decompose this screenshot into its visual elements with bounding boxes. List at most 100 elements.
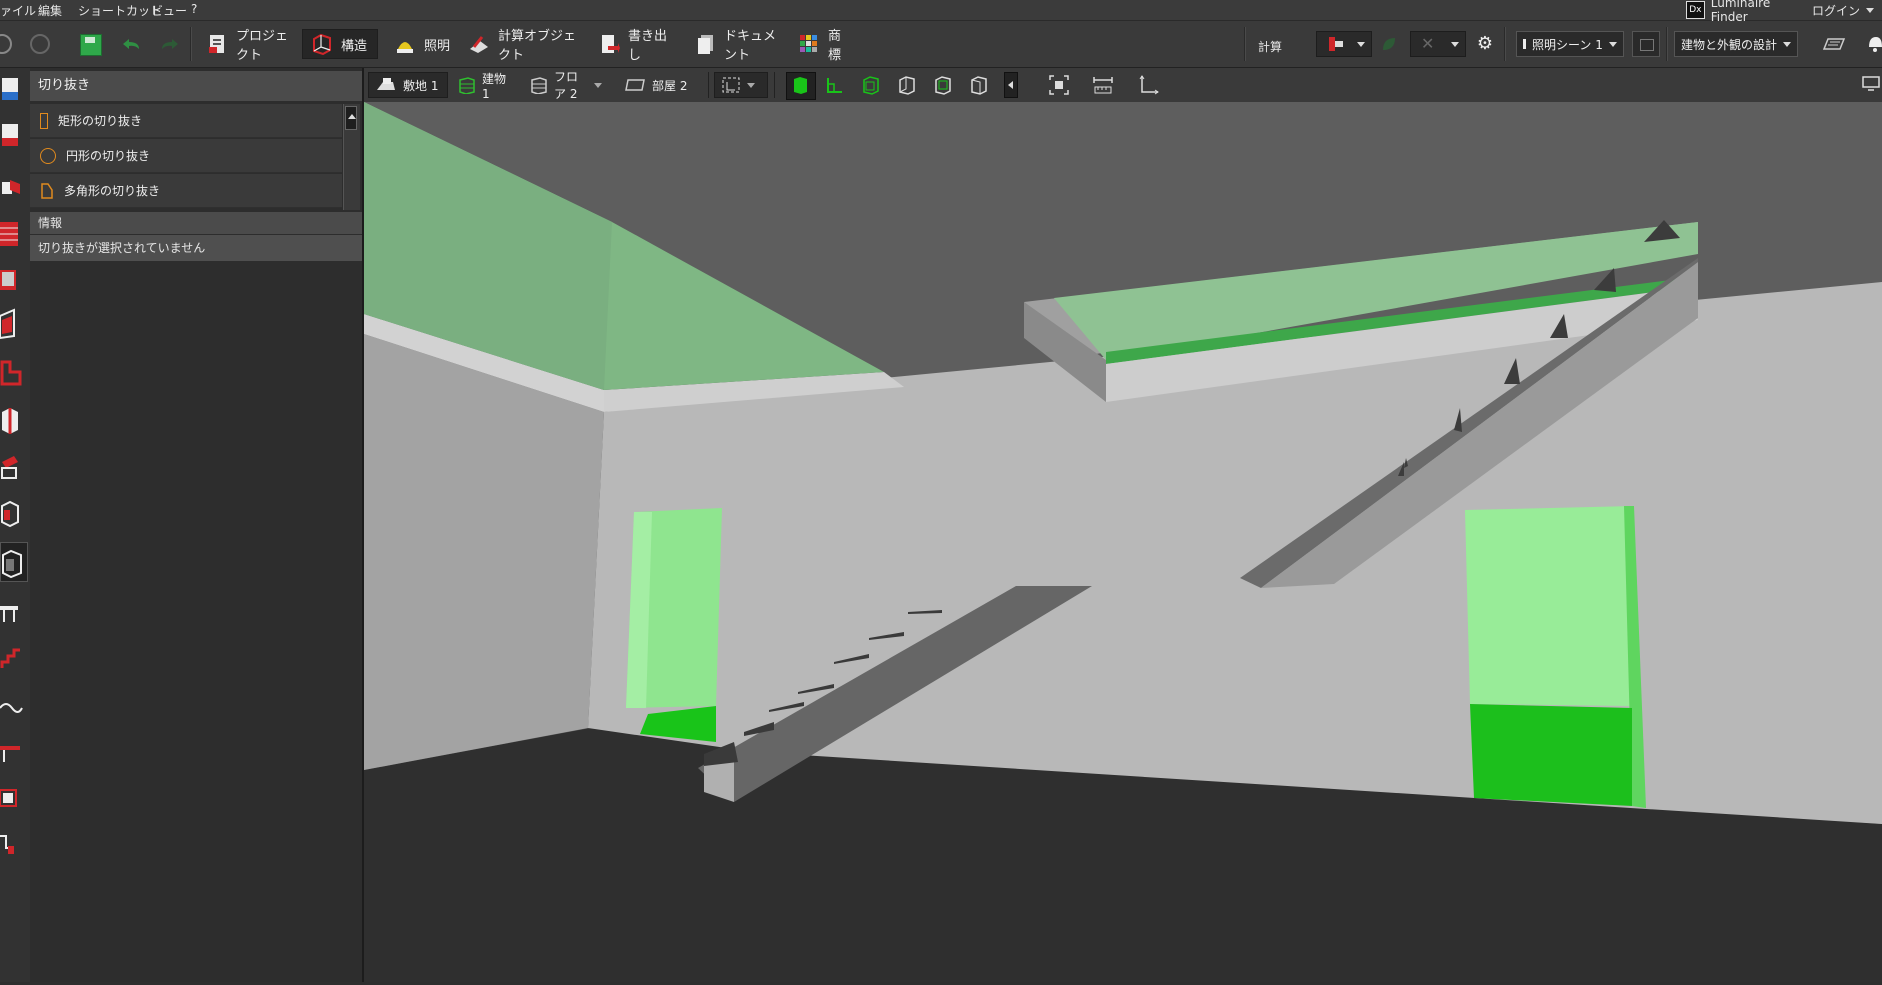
ifc-import-icon[interactable]	[0, 122, 26, 154]
floor-icon	[530, 76, 548, 95]
room-icon	[624, 76, 646, 94]
undo-icon[interactable]	[121, 37, 141, 51]
collapse-views-button[interactable]	[1004, 72, 1018, 98]
3d-viewport[interactable]	[364, 102, 1882, 982]
structure-icon	[311, 33, 333, 56]
ribbon-separator	[1504, 27, 1506, 61]
lighting-scene-value: 照明シーン 1	[1532, 37, 1603, 52]
plane-tool-icon[interactable]	[0, 782, 26, 814]
roof-tool-icon[interactable]	[0, 452, 26, 484]
list-item-polygon-cutout[interactable]: 多角形の切り抜き	[30, 174, 342, 208]
tab-document[interactable]: ドキュメント	[686, 29, 786, 63]
circle-cutout-icon	[40, 147, 56, 164]
list-item-rectangle-cutout[interactable]: 矩形の切り抜き	[30, 104, 342, 138]
room-selector[interactable]: 部屋 2	[618, 72, 698, 98]
selection-mode-select[interactable]	[714, 72, 768, 98]
coordinate-axes-icon[interactable]	[1138, 74, 1160, 96]
lighting-icon	[394, 33, 416, 55]
redo-icon[interactable]	[160, 37, 180, 51]
info-text: 切り抜きが選択されていません	[30, 235, 362, 261]
design-mode-select[interactable]: 建物と外観の設計	[1674, 31, 1798, 57]
luminaire-finder-button[interactable]: Dx Luminaire Finder	[1686, 0, 1804, 24]
view-front-icon[interactable]	[860, 74, 882, 96]
close-icon: ✕	[1421, 34, 1435, 53]
view-plan-icon[interactable]	[824, 74, 846, 96]
forward-icon[interactable]	[30, 34, 50, 54]
menu-edit[interactable]: 編集	[38, 2, 62, 19]
polygon-cutout-label: 多角形の切り抜き	[64, 184, 161, 198]
login-caret-icon	[1866, 7, 1875, 13]
menu-file[interactable]: ァイル	[0, 2, 36, 19]
pipe-tool-icon[interactable]	[0, 828, 26, 860]
tab-structure[interactable]: 構造	[302, 29, 378, 59]
tab-calc-objects-label: 計算オブジェクト	[498, 29, 577, 63]
polygon-cutout-icon	[40, 182, 54, 200]
tab-trademark[interactable]: 商標	[790, 29, 860, 63]
stairs-tool-icon[interactable]	[0, 642, 26, 674]
view-back-icon[interactable]	[932, 74, 954, 96]
cutout-tool-icon[interactable]	[0, 542, 28, 582]
cutout-panel: 切り抜き 矩形の切り抜き 円形の切り抜き 多角形の切り抜き 情報 切り抜きが選択…	[30, 68, 364, 982]
site-selector[interactable]: 敷地 1	[368, 72, 448, 98]
view-left-icon[interactable]	[968, 74, 990, 96]
view-3d-solid-icon[interactable]	[786, 72, 816, 100]
menu-view[interactable]: ビュー	[151, 2, 187, 19]
calc-cancel-button[interactable]: ✕	[1410, 31, 1466, 57]
building-icon	[458, 76, 476, 95]
tab-project[interactable]: プロジェクト	[198, 29, 298, 63]
ribbon-separator	[190, 27, 192, 61]
window-tool-icon[interactable]	[0, 264, 26, 296]
save-icon[interactable]	[80, 34, 102, 56]
lighting-scene-select[interactable]: 照明シーン 1	[1516, 31, 1624, 57]
panel-scrollbar[interactable]	[343, 104, 360, 210]
floor-shape-icon[interactable]	[0, 358, 26, 390]
ribbon-toolbar: プロジェクト 構造 照明 計算オブジェクト 書き出し ドキュメント 商標 計算 …	[0, 21, 1882, 68]
scroll-up-button[interactable]	[345, 106, 357, 130]
door-opening-right	[1465, 506, 1634, 706]
tab-export[interactable]: 書き出し	[590, 29, 676, 63]
cube-tool-icon[interactable]	[0, 498, 26, 530]
calc-start-button[interactable]	[1316, 31, 1372, 57]
wall-tool-icon[interactable]	[0, 218, 26, 250]
3d-scene	[364, 102, 1882, 982]
chevron-up-icon	[348, 114, 356, 119]
menu-bar: ァイル 編集 ショートカット ビュー ? Dx Luminaire Finder…	[0, 0, 1882, 24]
gear-icon[interactable]: ⚙	[1474, 33, 1496, 55]
calc-objects-icon	[468, 33, 490, 55]
floor-plane-icon[interactable]	[1822, 35, 1846, 53]
table-tool-icon[interactable]	[0, 596, 26, 628]
dwg-import-icon[interactable]	[0, 76, 26, 108]
door-tool-icon[interactable]	[0, 308, 26, 340]
site-icon	[375, 76, 397, 94]
toolbar-separator	[774, 72, 775, 98]
view-side-icon[interactable]	[896, 74, 918, 96]
bell-icon[interactable]	[1866, 33, 1882, 53]
login-button[interactable]: ログイン	[1812, 1, 1878, 19]
back-icon[interactable]	[0, 34, 12, 54]
site-label: 敷地 1	[403, 78, 439, 93]
scene-edit-button[interactable]	[1632, 31, 1660, 57]
chevron-left-icon	[1008, 81, 1013, 89]
measure-distance-icon[interactable]	[1092, 74, 1114, 96]
ribbon-separator	[1666, 27, 1668, 61]
floor-selector[interactable]: フロア 2	[524, 70, 608, 101]
furniture-icon[interactable]	[0, 174, 26, 206]
curve-tool-icon[interactable]	[0, 690, 26, 722]
panel-title: 切り抜き	[30, 71, 362, 101]
menu-help[interactable]: ?	[191, 2, 197, 16]
list-item-circle-cutout[interactable]: 円形の切り抜き	[30, 139, 342, 173]
monitor-icon[interactable]	[1862, 76, 1880, 92]
calc-start-caret-icon	[1357, 42, 1365, 47]
beam-tool-icon[interactable]	[0, 736, 26, 768]
trademark-grid-icon	[798, 33, 820, 55]
zoom-fit-icon[interactable]	[1048, 74, 1070, 96]
tab-calc-objects[interactable]: 計算オブジェクト	[460, 29, 588, 63]
tab-lighting[interactable]: 照明	[386, 29, 462, 59]
building-selector[interactable]: 建物 1	[452, 72, 520, 101]
info-header: 情報	[30, 212, 362, 234]
leaf-icon[interactable]	[1380, 35, 1398, 53]
rectangle-cutout-icon	[40, 112, 48, 129]
menu-shortcut[interactable]: ショートカット	[78, 2, 162, 19]
room-box-icon[interactable]	[0, 404, 26, 436]
design-mode-value: 建物と外観の設計	[1681, 37, 1778, 52]
